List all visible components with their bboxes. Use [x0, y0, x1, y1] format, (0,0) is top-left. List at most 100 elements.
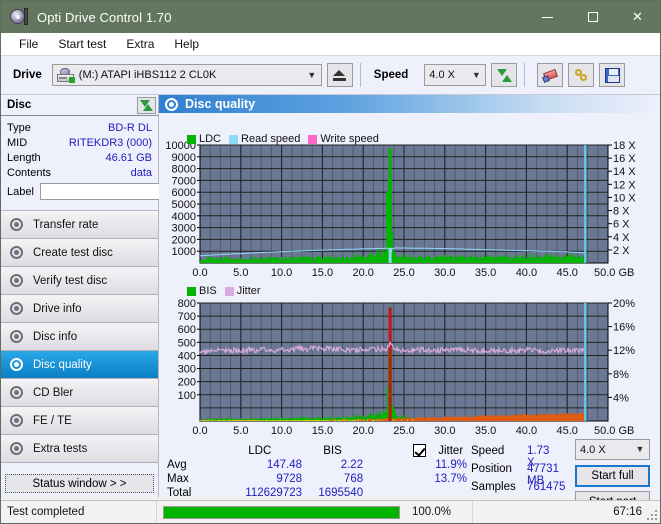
elapsed-time: 67:16 — [473, 501, 660, 523]
panel-header: Disc quality — [159, 95, 660, 113]
x-tick-label: 35.0 — [475, 425, 496, 437]
y2-tick-label: 20% — [613, 298, 635, 310]
disc-label-row: Label — [7, 181, 152, 202]
jitter-checkbox[interactable] — [413, 444, 426, 457]
sidebar-item-transfer-rate[interactable]: Transfer rate — [1, 211, 158, 239]
menu-start-test[interactable]: Start test — [48, 35, 116, 53]
menu-file[interactable]: File — [9, 35, 48, 53]
x-tick-label: 35.0 — [475, 267, 496, 279]
cell-jitter — [426, 486, 467, 500]
erase-button[interactable] — [537, 63, 563, 87]
test-speed-select[interactable]: 4.0 X ▼ — [575, 439, 650, 460]
title-bar: Opti Drive Control 1.70 ✕ — [1, 1, 660, 33]
y-tick-label: 1000 — [172, 246, 196, 258]
sidebar-item-verify-test-disc[interactable]: Verify test disc — [1, 267, 158, 295]
resize-grip-icon[interactable] — [647, 510, 657, 520]
sidebar-item-disc-info[interactable]: Disc info — [1, 323, 158, 351]
legend-label: Write speed — [320, 133, 379, 145]
y2-tick-label: 16 X — [613, 153, 636, 165]
y-tick-label: 600 — [178, 324, 196, 336]
toolbar-divider-2 — [524, 63, 525, 87]
progress-bar — [163, 506, 400, 519]
cell-jitter: 13.7% — [426, 472, 467, 486]
y-tick-label: 300 — [178, 364, 196, 376]
row-label: Max — [167, 472, 218, 486]
sidebar-item-extra-tests[interactable]: Extra tests — [1, 435, 158, 463]
row-key: Length — [7, 152, 41, 164]
legend-label: Read speed — [241, 133, 300, 145]
status-message: Test completed — [1, 501, 156, 523]
chevron-down-icon: ▼ — [305, 71, 319, 80]
row-key: Contents — [7, 167, 51, 179]
y-tick-label: 5000 — [172, 199, 196, 211]
disc-row-contents: Contents data — [7, 165, 152, 180]
menu-help[interactable]: Help — [164, 35, 209, 53]
disc-row-length: Length 46.61 GB — [7, 150, 152, 165]
eject-button[interactable] — [327, 63, 353, 87]
sidebar-item-drive-info[interactable]: Drive info — [1, 295, 158, 323]
disc-icon — [9, 274, 25, 288]
jitter-checkbox-cell[interactable] — [401, 443, 426, 458]
disc-icon — [9, 386, 25, 400]
window-title: Opti Drive Control 1.70 — [37, 10, 525, 25]
y-tick-label: 400 — [178, 350, 196, 362]
samples-label: Samples — [471, 481, 516, 493]
cell-bis: 1695540 — [302, 486, 363, 500]
toolbar: Drive (M:) ATAPI iHBS112 2 CL0K ▼ Speed … — [1, 56, 660, 95]
status-window-button[interactable]: Status window > > — [5, 474, 154, 493]
test-speed-value: 4.0 X — [580, 444, 633, 456]
refresh-icon — [497, 68, 512, 83]
start-full-button[interactable]: Start full — [575, 465, 650, 487]
save-button[interactable] — [599, 63, 625, 87]
x-tick-label: 45.0 — [556, 267, 577, 279]
x-tick-label: 40.0 — [516, 425, 537, 437]
drive-select-value: (M:) ATAPI iHBS112 2 CL0K — [79, 69, 305, 81]
tools-button[interactable] — [568, 63, 594, 87]
menu-extra[interactable]: Extra — [116, 35, 164, 53]
results-table: LDC BIS Jitter Avg 147.48 2.22 11.9% — [167, 443, 467, 500]
minimize-button[interactable] — [525, 1, 570, 33]
legend-swatch — [187, 287, 196, 296]
y2-tick-label: 2 X — [613, 245, 630, 257]
refresh-icon — [140, 99, 153, 112]
row-value: RITEKDR3 (000) — [69, 137, 152, 149]
bis-jitter-chart: 80070060050040030020010020%16%12%8%4%0.0… — [159, 283, 660, 441]
row-key: Type — [7, 122, 31, 134]
legend-swatch — [308, 135, 317, 144]
cell-ldc: 112629723 — [218, 486, 302, 500]
sidebar-item-create-test-disc[interactable]: Create test disc — [1, 239, 158, 267]
ldc-speed-chart: 1000090008000700060005000400030002000100… — [159, 131, 660, 283]
drive-label: Drive — [13, 69, 42, 81]
sidebar-item-label: Disc quality — [33, 359, 92, 371]
row-value: BD-R DL — [108, 122, 152, 134]
y-tick-label: 100 — [178, 390, 196, 402]
disc-row-type: Type BD-R DL — [7, 120, 152, 135]
menu-bar: File Start test Extra Help — [1, 33, 660, 56]
speed-select[interactable]: 4.0 X ▼ — [424, 64, 486, 86]
start-full-label: Start full — [591, 470, 633, 482]
row-label: Total — [167, 486, 218, 500]
maximize-button[interactable] — [570, 1, 615, 33]
close-glyph: ✕ — [632, 9, 643, 25]
disc-refresh-button[interactable] — [137, 97, 156, 114]
y-tick-label: 4000 — [172, 211, 196, 223]
y2-tick-label: 4 X — [613, 232, 630, 244]
cell-jitter: 11.9% — [426, 458, 467, 472]
main-content: Disc Type BD-R DL MID RITEKDR3 (000) Len… — [1, 95, 660, 497]
row-value: data — [131, 167, 152, 179]
refresh-button[interactable] — [491, 63, 517, 87]
x-tick-label: 5.0 — [233, 267, 248, 279]
cell-bis: 2.22 — [302, 458, 363, 472]
close-icon[interactable]: ✕ — [615, 1, 660, 33]
drive-select[interactable]: (M:) ATAPI iHBS112 2 CL0K ▼ — [52, 64, 322, 86]
table-header-row: LDC BIS Jitter — [167, 443, 467, 458]
y-tick-label: 7000 — [172, 175, 196, 187]
sidebar-item-cd-bler[interactable]: CD Bler — [1, 379, 158, 407]
legend-item: LDC — [187, 133, 221, 145]
speed-label: Speed — [374, 69, 409, 81]
sidebar-item-fe-te[interactable]: FE / TE — [1, 407, 158, 435]
x-tick-label: 0.0 — [192, 425, 207, 437]
sidebar-item-disc-quality[interactable]: Disc quality — [1, 351, 158, 379]
eraser-icon — [543, 68, 558, 83]
page-title: Disc quality — [185, 97, 255, 111]
